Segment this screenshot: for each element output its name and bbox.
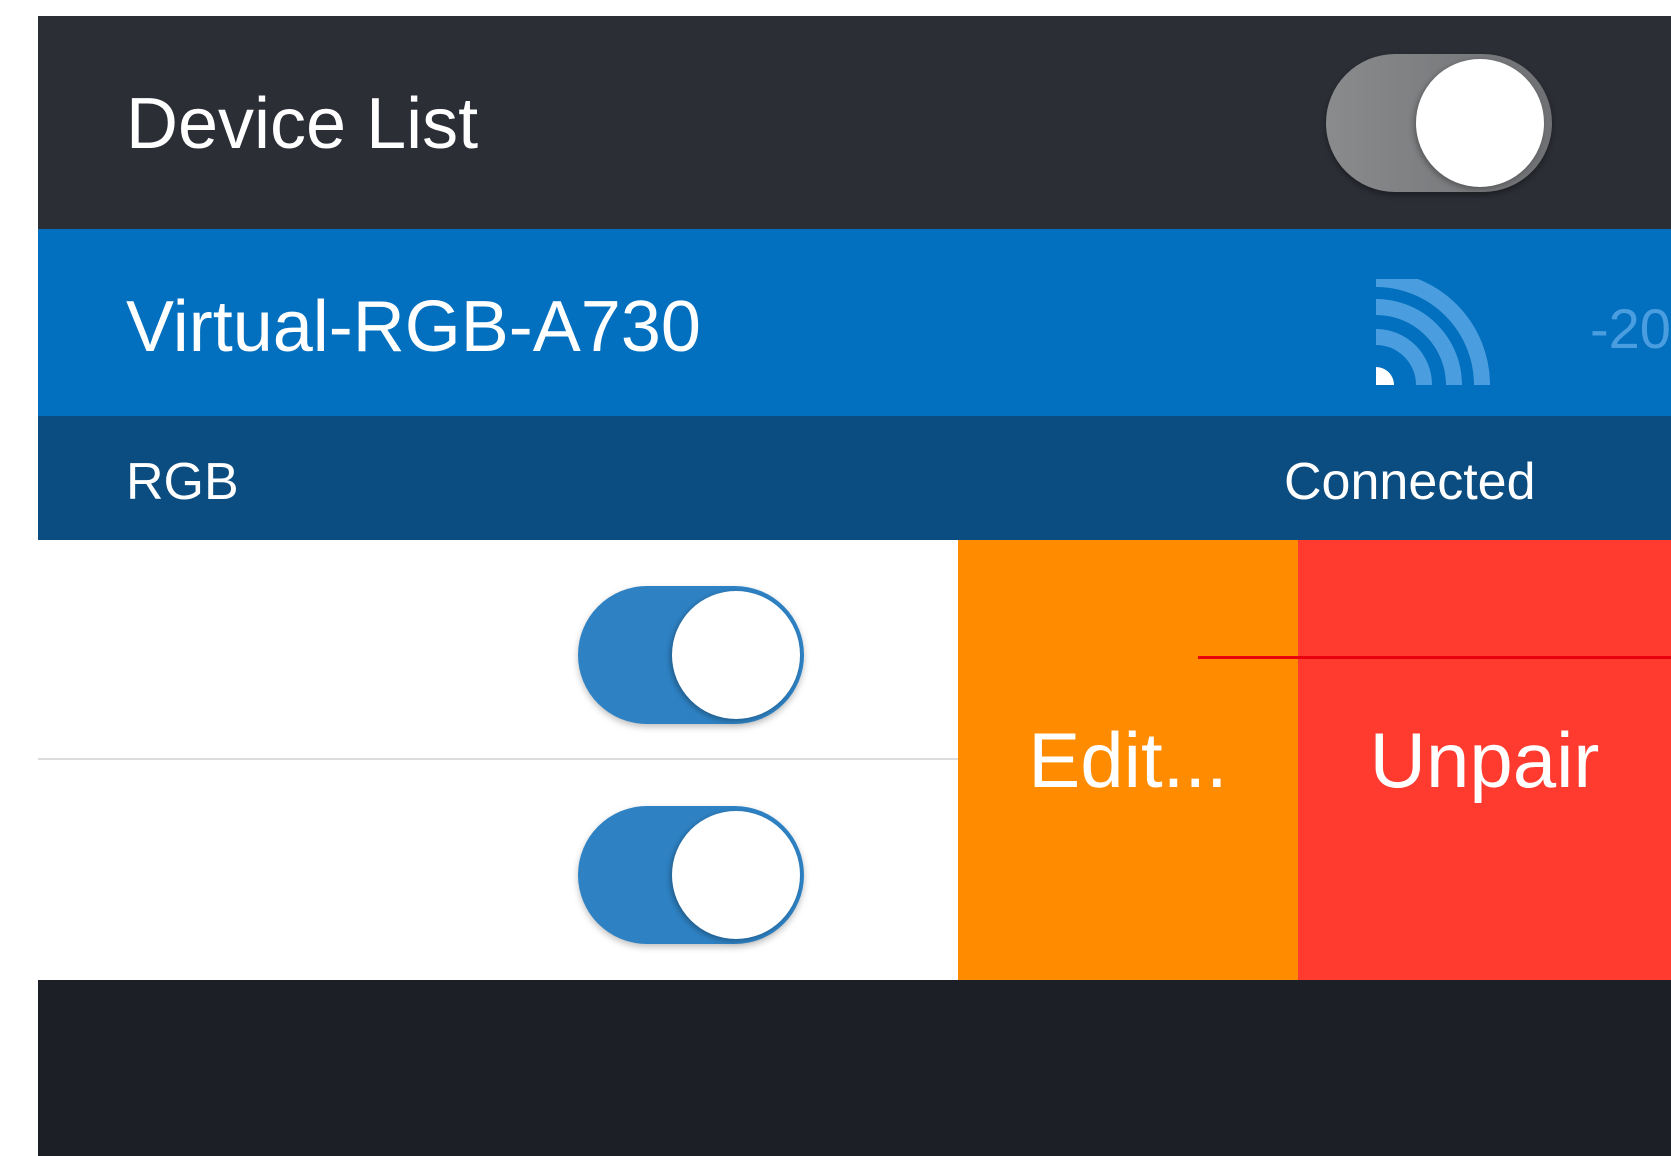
red-indicator-line	[1198, 656, 1671, 659]
header-bar: Device List	[38, 16, 1671, 229]
connection-status: Connected	[1284, 453, 1536, 511]
rssi-value: -20	[1590, 297, 1671, 360]
device-info-row: RGB Connected	[38, 416, 1671, 540]
device-name: Virtual-RGB-A730	[126, 287, 701, 367]
channel-row	[38, 760, 958, 978]
channel-row	[38, 540, 958, 760]
channel-toggle-2[interactable]	[578, 806, 804, 944]
edit-button[interactable]: Edit...	[958, 540, 1298, 980]
master-toggle[interactable]	[1326, 54, 1552, 192]
master-toggle-knob	[1416, 59, 1544, 187]
unpair-button[interactable]: Unpair	[1298, 540, 1671, 980]
toggle-knob	[672, 811, 800, 939]
footer-bar	[38, 980, 1671, 1156]
channel-toggle-1[interactable]	[578, 586, 804, 724]
device-type-label: RGB	[126, 453, 239, 511]
app-frame: Device List Virtual-RGB-A730 -20 RGB Con…	[38, 16, 1671, 1156]
toggle-knob	[672, 591, 800, 719]
device-row[interactable]: Virtual-RGB-A730 -20	[38, 229, 1671, 416]
page-title: Device List	[126, 84, 479, 164]
wifi-signal-icon	[1376, 279, 1490, 385]
channel-list	[38, 540, 958, 980]
